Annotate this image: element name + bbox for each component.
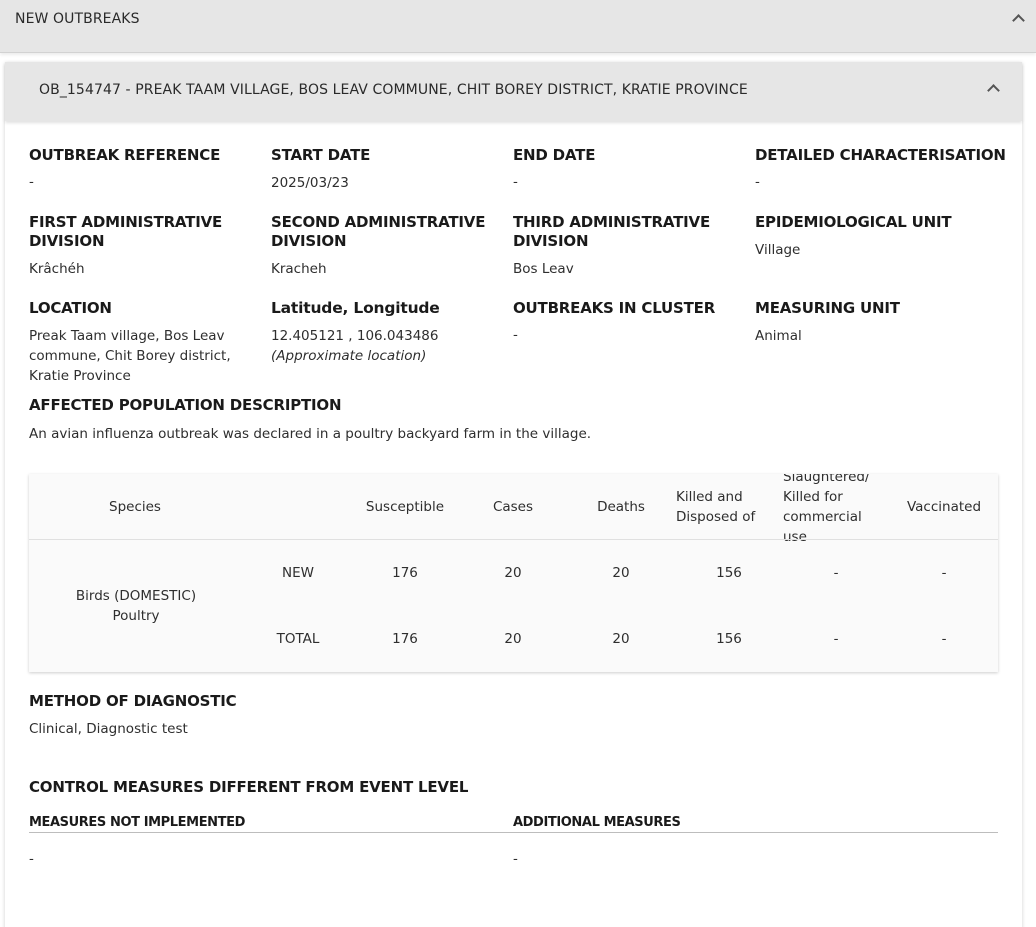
table-cell: 20 <box>612 631 630 647</box>
detailed-characterisation-label: DETAILED CHARACTERISATION <box>755 146 1006 164</box>
outbreak-card-header[interactable]: OB_154747 - PREAK TAAM VILLAGE, BOS LEAV… <box>5 62 1022 121</box>
start-date-value: 2025/03/23 <box>271 175 349 191</box>
species-cell: Birds (DOMESTIC) Poultry <box>75 588 197 624</box>
lat-long-value: 12.405121 , 106.043486 (Approximate loca… <box>271 328 439 364</box>
location-label: LOCATION <box>29 299 112 317</box>
start-date-label: START DATE <box>271 146 371 164</box>
additional-measures-label: ADDITIONAL MEASURES <box>513 815 681 830</box>
chevron-up-icon[interactable] <box>987 84 1000 97</box>
slaughtered-header: Slaughtered/ Killed for commercial use <box>783 474 870 545</box>
measures-not-implemented-label: MEASURES NOT IMPLEMENTED <box>29 815 246 830</box>
epi-unit-label: EPIDEMIOLOGICAL UNIT <box>755 213 952 231</box>
additional-measures-value: - <box>513 851 518 867</box>
table-cell: 20 <box>504 631 522 647</box>
row-type-new: NEW <box>282 565 314 581</box>
new-outbreaks-header[interactable]: NEW OUTBREAKS <box>0 0 1036 53</box>
cases-header: Cases <box>492 499 534 515</box>
table-cell: 20 <box>504 565 522 581</box>
detailed-characterisation-value: - <box>755 174 760 190</box>
vaccinated-header: Vaccinated <box>906 499 982 515</box>
outbreak-title: OB_154747 - PREAK TAAM VILLAGE, BOS LEAV… <box>39 82 748 98</box>
outbreak-reference-value: - <box>29 174 34 190</box>
table-cell: - <box>941 565 947 581</box>
location-value: Preak Taam village, Bos Leav commune, Ch… <box>29 328 231 384</box>
approximate-location-note: (Approximate location) <box>271 348 427 364</box>
measuring-unit-value: Animal <box>755 328 802 344</box>
table-cell: 156 <box>716 565 742 581</box>
diagnostic-label: METHOD OF DIAGNOSTIC <box>29 692 237 710</box>
diagnostic-value: Clinical, Diagnostic test <box>29 721 188 737</box>
second-admin-label: SECOND ADMINISTRATIVE DIVISION <box>271 213 486 250</box>
first-admin-value: Krâchéh <box>29 261 85 277</box>
end-date-value: - <box>513 174 518 190</box>
measures-divider <box>29 832 998 833</box>
measures-not-implemented-value: - <box>29 851 34 867</box>
table-cell: 156 <box>716 631 742 647</box>
control-measures-label: CONTROL MEASURES DIFFERENT FROM EVENT LE… <box>29 778 469 796</box>
outbreak-card: OB_154747 - PREAK TAAM VILLAGE, BOS LEAV… <box>5 62 1022 927</box>
table-cell: 176 <box>392 631 418 647</box>
table-cell: - <box>833 631 839 647</box>
header-divider <box>29 539 998 540</box>
species-header: Species <box>109 499 161 515</box>
outbreaks-in-cluster-label: OUTBREAKS IN CLUSTER <box>513 299 716 317</box>
killed-disposed-header: Killed and Disposed of <box>676 489 756 525</box>
outbreaks-in-cluster-value: - <box>513 327 518 343</box>
table-cell: - <box>833 565 839 581</box>
deaths-header: Deaths <box>597 499 645 515</box>
measuring-unit-label: MEASURING UNIT <box>755 299 900 317</box>
row-type-total: TOTAL <box>276 631 320 647</box>
table-cell: - <box>941 631 947 647</box>
end-date-label: END DATE <box>513 146 596 164</box>
table-cell: 20 <box>612 565 630 581</box>
lat-long-label: Latitude, Longitude <box>271 299 440 317</box>
susceptible-header: Susceptible <box>365 499 445 515</box>
section-title: NEW OUTBREAKS <box>15 11 140 27</box>
epi-unit-value: Village <box>755 242 801 258</box>
species-table: Species Susceptible Cases Deaths Killed … <box>29 474 998 672</box>
affected-population-label: AFFECTED POPULATION DESCRIPTION <box>29 396 342 414</box>
third-admin-label: THIRD ADMINISTRATIVE DIVISION <box>513 213 710 250</box>
first-admin-label: FIRST ADMINISTRATIVE DIVISION <box>29 213 223 250</box>
chevron-up-icon[interactable] <box>1012 14 1025 27</box>
second-admin-value: Kracheh <box>271 261 327 277</box>
outbreak-reference-label: OUTBREAK REFERENCE <box>29 146 221 164</box>
affected-population-value: An avian influenza outbreak was declared… <box>29 426 592 442</box>
table-cell: 176 <box>392 565 418 581</box>
third-admin-value: Bos Leav <box>513 261 574 277</box>
